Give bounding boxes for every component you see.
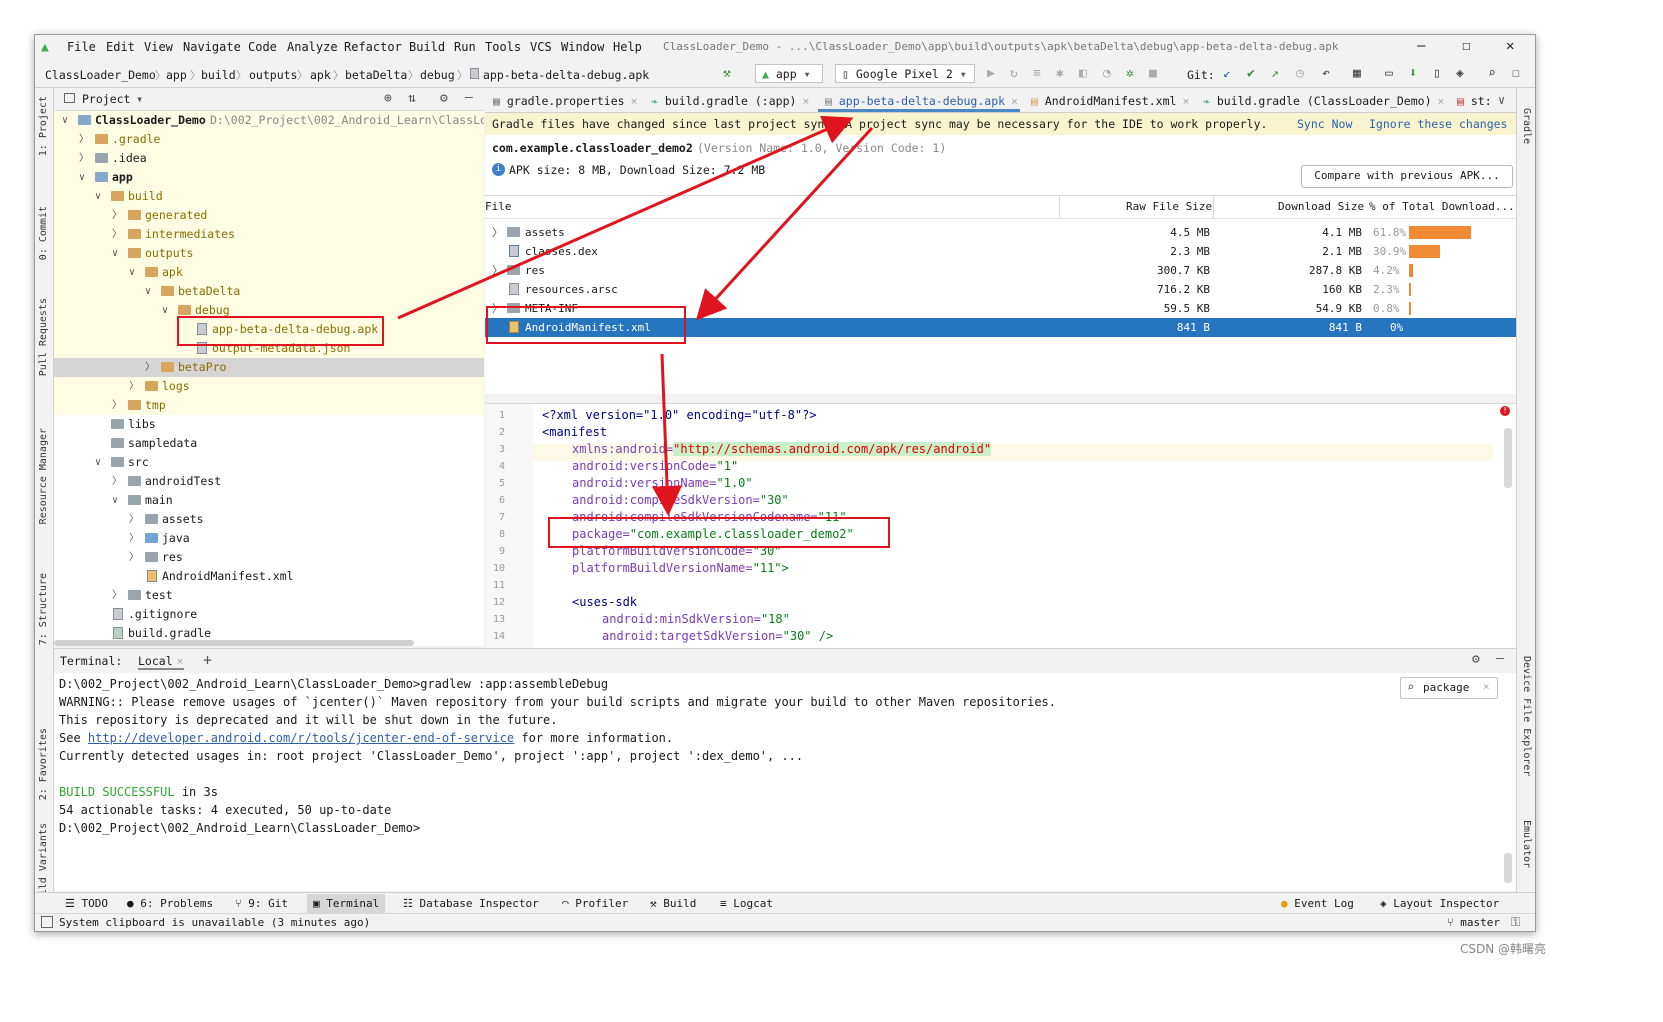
annotation-arrows <box>397 115 874 516</box>
arrow-manifest-to-package <box>652 353 683 516</box>
watermark: CSDN @韩曙亮 <box>1460 942 1547 956</box>
arrow-apk-to-tab <box>397 115 854 320</box>
arrow-tab-to-manifest <box>695 126 874 321</box>
